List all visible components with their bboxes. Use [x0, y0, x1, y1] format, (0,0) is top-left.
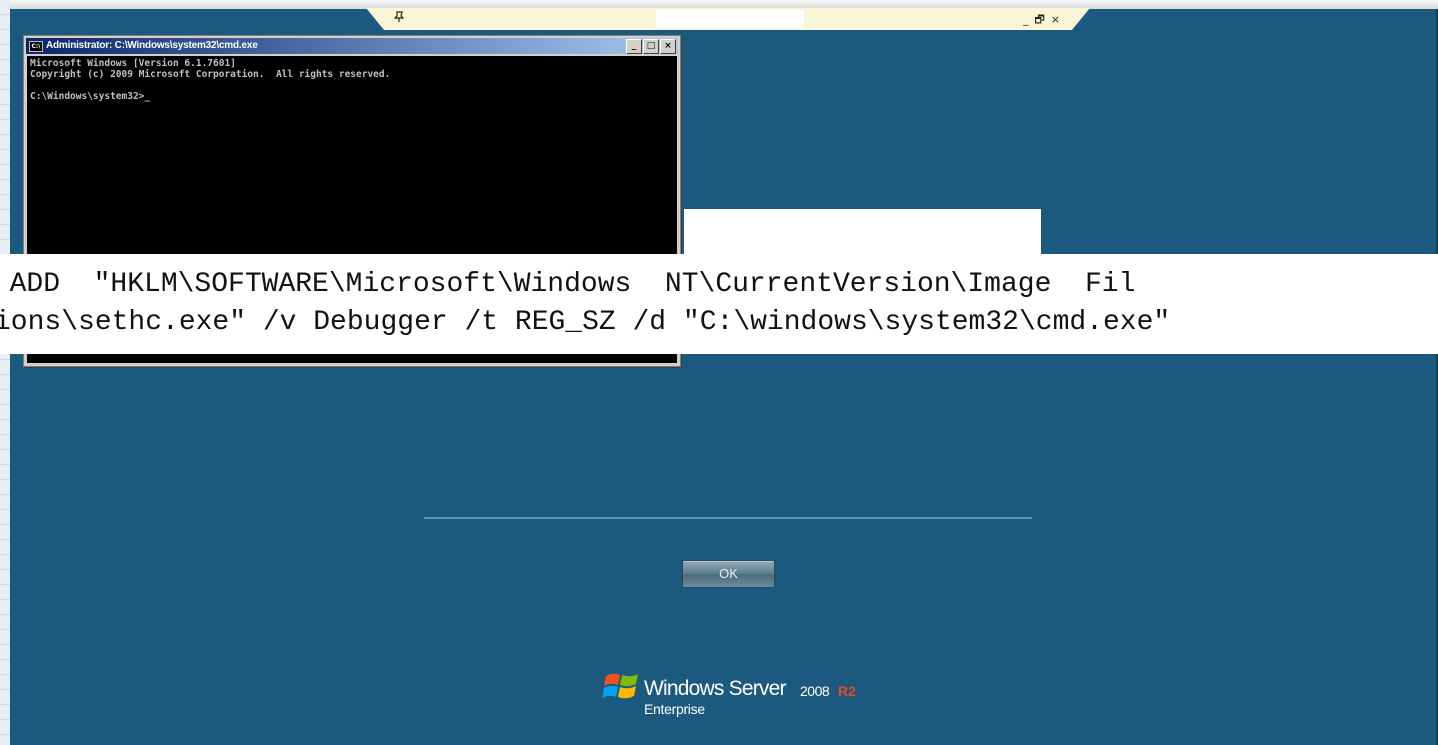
windows-logo-icon [602, 673, 638, 699]
rdp-close-button[interactable]: × [1051, 13, 1066, 26]
console-icon: C:\ [29, 41, 43, 52]
cmd-titlebar[interactable]: C:\ Administrator: C:\Windows\system32\c… [26, 38, 678, 54]
console-line: Copyright (c) 2009 Microsoft Corporation… [30, 69, 391, 80]
cmd-window-buttons: _ □ × [626, 39, 676, 54]
overlay-command-line-2: ions\sethc.exe" /v Debugger /t REG_SZ /d… [0, 307, 1171, 338]
console-line: Microsoft Windows [Version 6.1.7601] [30, 58, 236, 69]
minimize-button[interactable]: _ [626, 39, 642, 54]
product-version: 2008 [800, 683, 830, 699]
ok-button[interactable]: OK [682, 560, 775, 588]
close-button[interactable]: × [660, 39, 676, 54]
rdp-minimize-button[interactable]: _ [1023, 13, 1035, 26]
window-top-chrome [10, 0, 1438, 9]
overlay-command-line-1: E ADD "HKLM\SOFTWARE\Microsoft\Windows N… [0, 269, 1136, 300]
pin-icon[interactable] [393, 11, 405, 25]
windows-server-branding: Windows Server 2008 R2 Enterprise [602, 668, 872, 720]
command-overlay-banner: E ADD "HKLM\SOFTWARE\Microsoft\Windows N… [0, 254, 1438, 354]
maximize-button[interactable]: □ [643, 39, 659, 54]
cmd-window-title: Administrator: C:\Windows\system32\cmd.e… [46, 40, 258, 51]
background-white-panel [684, 209, 1041, 259]
product-name: Windows Server [644, 677, 786, 700]
product-edition: Enterprise [644, 701, 705, 717]
rdp-window-controls: _🗗× [1023, 11, 1066, 30]
remote-desktop-connection-bar[interactable]: _🗗× [366, 8, 1090, 30]
product-release: R2 [838, 683, 856, 699]
console-prompt: C:\Windows\system32>_ [30, 91, 151, 102]
connection-name-field [656, 10, 804, 28]
rdp-restore-button[interactable]: 🗗 [1034, 13, 1050, 26]
left-edge-strip [0, 0, 10, 745]
login-separator-line [424, 517, 1032, 519]
